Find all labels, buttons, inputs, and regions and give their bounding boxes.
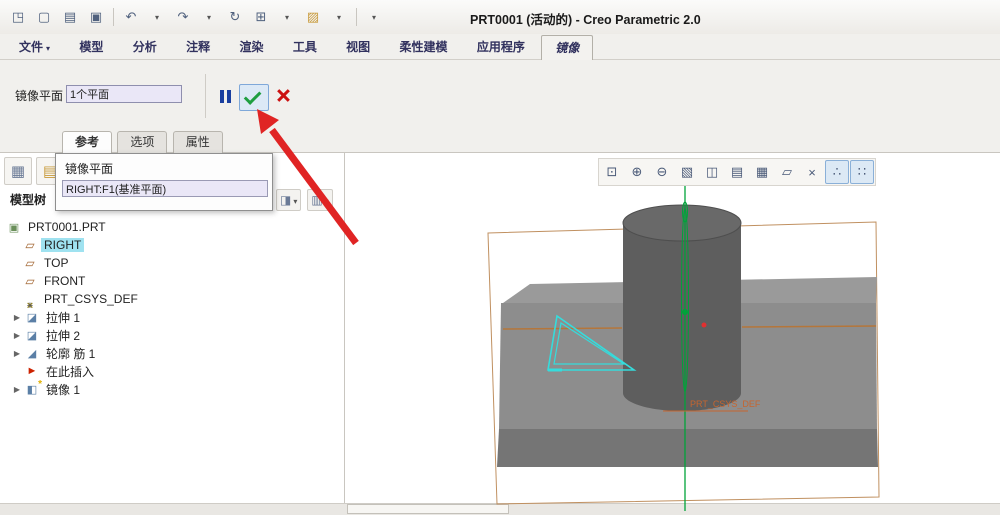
view-manager-icon[interactable]: ▦ <box>750 160 774 184</box>
repaint-icon[interactable]: ▧ <box>675 160 699 184</box>
saved-orientations-icon[interactable]: ▤ <box>725 160 749 184</box>
3d-viewport[interactable]: PRT_CSYS_DEF <box>0 0 1000 515</box>
datum-axes-toggle-icon[interactable]: × <box>800 160 824 184</box>
display-style-icon[interactable]: ◫ <box>700 160 724 184</box>
csys-label: PRT_CSYS_DEF <box>690 399 761 409</box>
mirror-plane-reference-field[interactable] <box>62 180 268 197</box>
datum-planes-toggle-icon[interactable]: ▱ <box>775 160 799 184</box>
datum-points-toggle-icon[interactable]: ∴ <box>825 160 849 184</box>
csys-display-toggle-icon[interactable]: ∷ <box>850 160 874 184</box>
mirror-plane-label: 镜像平面 <box>65 162 114 176</box>
zoom-in-icon[interactable]: ⊕ <box>625 160 649 184</box>
refit-icon[interactable]: ⊡ <box>600 160 624 184</box>
spin-center-point <box>701 322 707 328</box>
axis-point[interactable] <box>682 309 688 315</box>
graphics-toolbar: ⊡ ⊕ ⊖ ▧ ◫ ▤ ▦ ▱ × ∴ ∷ <box>598 158 876 186</box>
zoom-out-icon[interactable]: ⊖ <box>650 160 674 184</box>
references-dropdown-panel: 镜像平面 <box>55 153 273 211</box>
